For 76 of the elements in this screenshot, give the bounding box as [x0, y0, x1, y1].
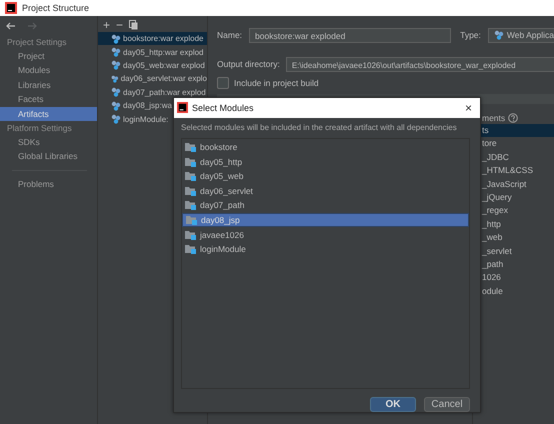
dialog-button[interactable]: OK — [370, 397, 416, 412]
available-elements-heading: ments — [482, 112, 506, 122]
module-label: javaee1026 — [200, 230, 244, 240]
sidebar-item[interactable]: Modules — [0, 63, 97, 78]
artifact-label: day06_servlet:war explo — [120, 74, 207, 84]
output-directory-label: Output directory: — [217, 59, 280, 69]
web-app-icon — [494, 30, 504, 40]
type-dropdown[interactable]: Web Applica — [488, 28, 554, 42]
section-heading: Project Settings — [6, 36, 68, 49]
artifact-label: day05_web:war explod — [123, 60, 205, 70]
artifact-icon — [111, 87, 121, 98]
checkbox[interactable] — [217, 77, 229, 89]
artifact-label: day07_path:war explod — [123, 88, 206, 97]
dialog-button[interactable]: Cancel — [424, 397, 470, 412]
app-icon — [177, 102, 188, 114]
close-button[interactable]: × — [456, 100, 480, 115]
module-folder-icon — [186, 215, 197, 226]
module-folder-icon — [185, 186, 196, 196]
module-item[interactable]: bookstore — [182, 140, 469, 154]
artifact-icon — [111, 60, 121, 70]
artifact-icon — [111, 34, 121, 44]
checkbox-label: Include in project build — [234, 78, 319, 88]
module-label: day08_jsp — [201, 215, 240, 226]
module-item[interactable]: javaee1026 — [182, 227, 469, 242]
name-field[interactable]: bookstore:war exploded — [249, 28, 452, 42]
artifact-icon — [111, 114, 121, 124]
name-label: Name: — [217, 30, 242, 40]
module-label: day07_path — [200, 200, 244, 210]
artifact-label: day05_http:war explod — [123, 48, 204, 57]
toolbar-button[interactable]: − — [116, 19, 124, 31]
artifact-label: bookstore:war explode — [123, 34, 204, 44]
artifact-icon — [111, 100, 121, 111]
module-folder-icon — [185, 244, 196, 254]
sidebar-item[interactable]: SDKs — [0, 134, 97, 150]
dialog-title: Select Modules — [192, 102, 255, 113]
artifact-item[interactable]: day07_path:war explod — [98, 86, 207, 99]
window-title: Project Structure — [22, 3, 90, 13]
toolbar-button[interactable]: + — [103, 19, 110, 31]
artifact-label: loginModule: — [123, 114, 168, 124]
sidebar-item[interactable]: Project — [0, 49, 97, 64]
module-item[interactable]: day05_http — [182, 154, 469, 169]
module-label: day06_servlet — [200, 186, 253, 196]
type-value: Web Applica — [506, 28, 554, 42]
sidebar-item[interactable]: Libraries — [0, 78, 97, 92]
module-label: loginModule — [200, 244, 246, 254]
section-heading: Platform Settings — [6, 122, 73, 135]
module-folder-icon — [185, 171, 196, 182]
type-label: Type: — [460, 30, 481, 40]
help-icon[interactable] — [508, 112, 518, 122]
sidebar-item[interactable]: Problems — [0, 176, 97, 192]
module-label: day05_web — [200, 171, 244, 182]
artifact-item[interactable]: bookstore:war explode — [98, 32, 207, 46]
module-folder-icon — [185, 200, 196, 210]
module-label: bookstore — [200, 142, 238, 152]
sidebar-item[interactable]: Facets — [0, 92, 97, 107]
sidebar-item[interactable]: Global Libraries — [0, 149, 97, 164]
output-directory-field[interactable]: E:\ideahome\javaee1026\out\artifacts\bookstore_war_exploded — [286, 56, 554, 72]
artifact-item[interactable]: day05_web:war explod — [98, 58, 207, 72]
module-item[interactable]: day06_servlet — [182, 184, 469, 198]
sidebar-item[interactable]: Artifacts — [0, 106, 97, 121]
module-item[interactable]: day07_path — [182, 198, 469, 213]
module-folder-icon — [185, 230, 196, 240]
back-arrow-icon[interactable] — [6, 22, 16, 30]
artifact-item[interactable]: day06_servlet:war explo — [98, 72, 207, 86]
dialog-description: Selected modules will be included in the created artifact with all dependencies — [180, 122, 458, 134]
module-label: day05_http — [200, 156, 242, 167]
artifact-icon — [111, 74, 119, 84]
module-folder-icon — [185, 156, 196, 167]
artifact-item[interactable]: day05_http:war explod — [98, 45, 207, 59]
copy-icon[interactable] — [129, 20, 138, 30]
module-item[interactable]: day05_web — [182, 168, 469, 184]
module-item[interactable]: day08_jsp — [182, 212, 469, 228]
artifact-icon — [111, 47, 121, 58]
artifact-label: day08_jsp:wa — [123, 101, 172, 110]
module-folder-icon — [185, 142, 196, 152]
module-item[interactable]: loginModule — [182, 242, 469, 257]
